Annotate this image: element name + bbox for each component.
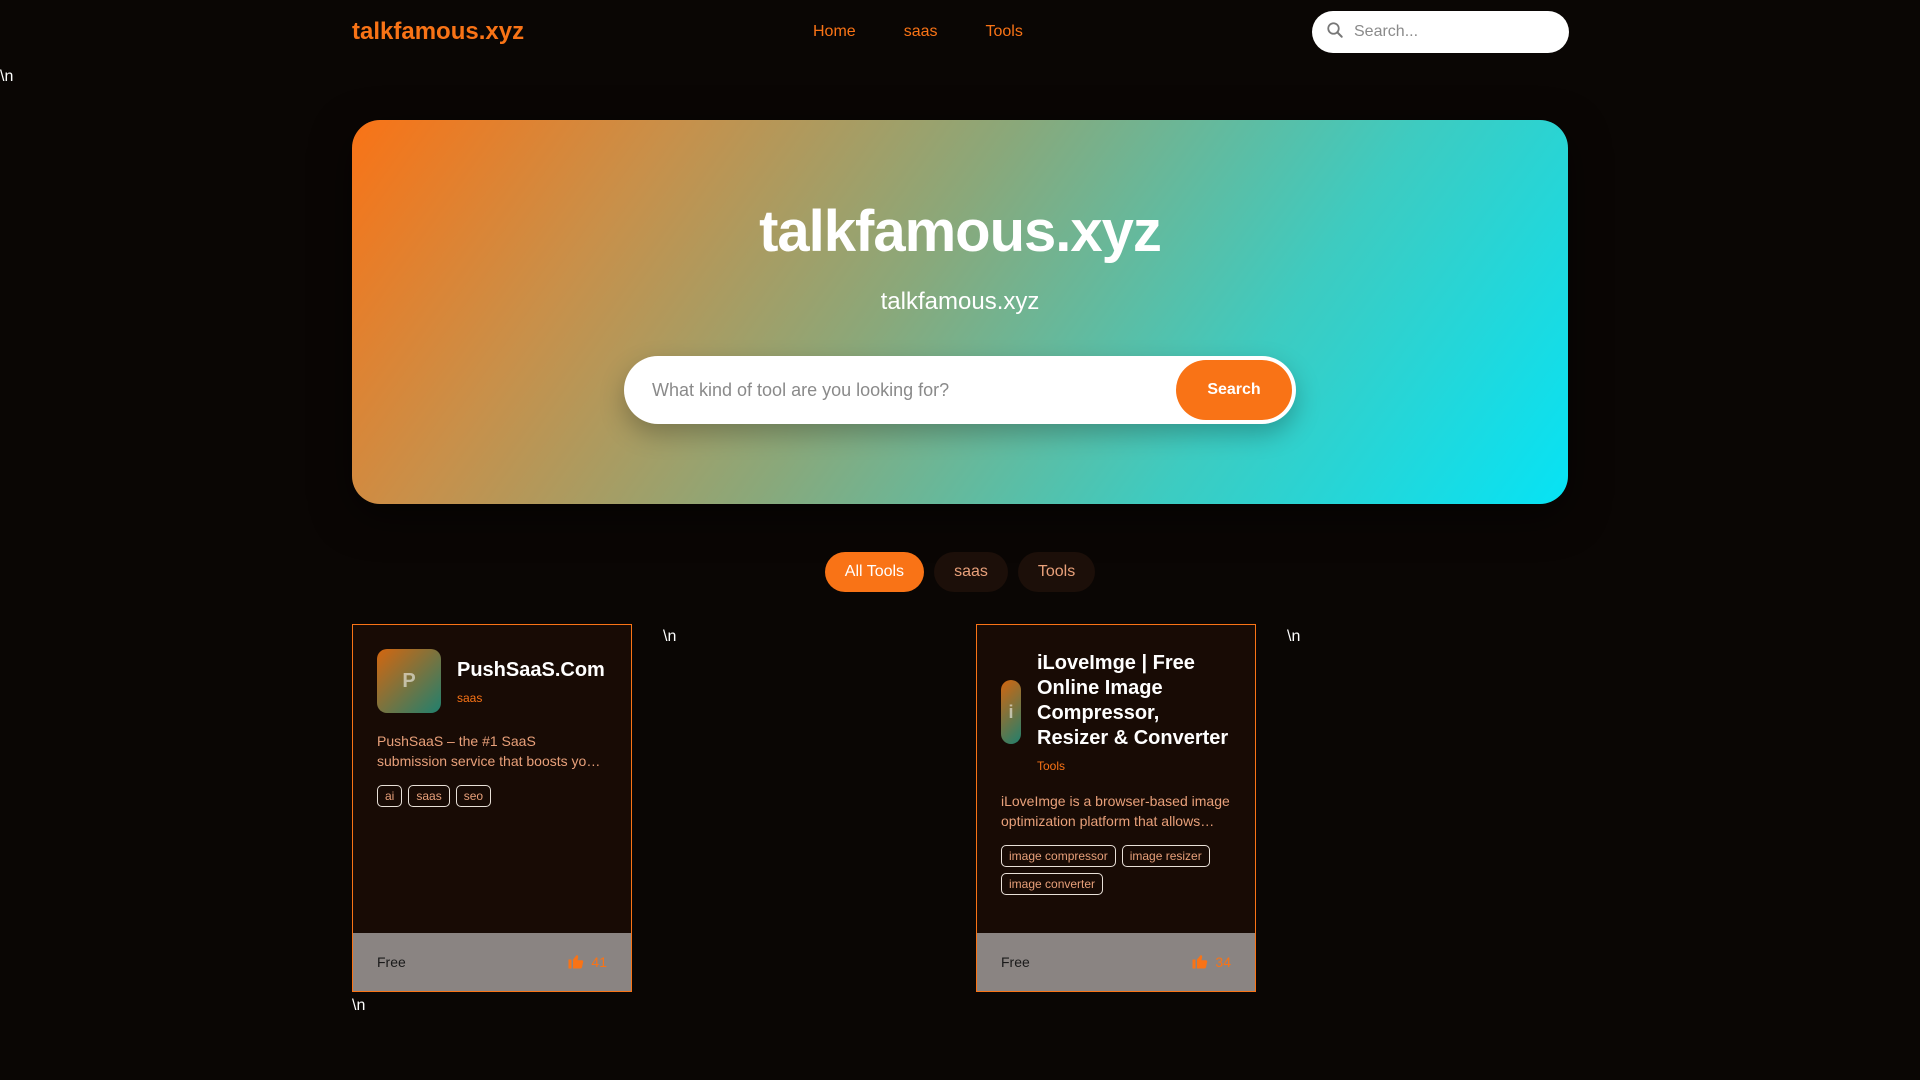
hero-banner: talkfamous.xyz talkfamous.xyz Search xyxy=(352,120,1568,504)
hero-search-button[interactable]: Search xyxy=(1176,360,1292,420)
tag[interactable]: image converter xyxy=(1001,873,1104,895)
tool-category[interactable]: saas xyxy=(457,691,605,705)
hero-title: talkfamous.xyz xyxy=(759,199,1162,264)
hero-search-input[interactable] xyxy=(652,376,1152,404)
tool-card[interactable]: P PushSaaS.Com saas PushSaaS – the #1 Sa… xyxy=(352,624,632,992)
stray-text: \n xyxy=(352,997,366,1014)
filter-tools[interactable]: Tools xyxy=(1017,552,1096,592)
header-search-input[interactable] xyxy=(1354,23,1554,41)
like-button[interactable]: 34 xyxy=(1191,952,1231,973)
like-count: 34 xyxy=(1215,954,1231,970)
filter-saas[interactable]: saas xyxy=(934,552,1008,592)
thumbs-up-icon xyxy=(1191,952,1209,973)
card-footer: Free 34 xyxy=(977,933,1255,991)
site-logo[interactable]: talkfamous.xyz xyxy=(352,18,524,46)
tag[interactable]: image resizer xyxy=(1121,845,1210,867)
main-nav: Home saas Tools xyxy=(813,23,1023,41)
thumbs-up-icon xyxy=(567,952,585,973)
like-button[interactable]: 41 xyxy=(567,952,607,973)
like-count: 41 xyxy=(591,954,607,970)
tool-title[interactable]: PushSaaS.Com xyxy=(457,658,605,683)
card-header: i iLoveImge | Free Online Image Compress… xyxy=(1001,651,1235,773)
stray-text: \n xyxy=(0,68,14,85)
tag[interactable]: ai xyxy=(377,785,403,807)
tool-tags: ai saas seo xyxy=(377,785,607,807)
tag[interactable]: image compressor xyxy=(1001,845,1116,867)
nav-home[interactable]: Home xyxy=(813,23,856,41)
tool-avatar: i xyxy=(1001,680,1021,744)
stray-text: \n xyxy=(1287,628,1301,645)
card-footer: Free 41 xyxy=(353,933,631,991)
tag[interactable]: saas xyxy=(408,785,450,807)
price-label: Free xyxy=(377,954,406,970)
nav-tools[interactable]: Tools xyxy=(985,23,1022,41)
price-label: Free xyxy=(1001,954,1030,970)
stray-text: \n xyxy=(663,628,677,645)
filter-all-tools[interactable]: All Tools xyxy=(824,552,925,592)
tool-avatar: P xyxy=(377,649,441,713)
hero-search-bar: Search xyxy=(624,356,1296,424)
tool-title[interactable]: iLoveImge | Free Online Image Compressor… xyxy=(1037,651,1235,751)
tool-description: iLoveImge is a browser-based image optim… xyxy=(1001,793,1230,829)
nav-saas[interactable]: saas xyxy=(904,23,938,41)
tool-category[interactable]: Tools xyxy=(1037,759,1235,773)
tool-tags: image compressor image resizer image con… xyxy=(1001,845,1231,895)
header-search xyxy=(1312,11,1569,53)
category-filter: All Tools saas Tools xyxy=(0,552,1920,592)
card-header: P PushSaaS.Com saas xyxy=(377,649,611,713)
top-navbar: talkfamous.xyz Home saas Tools xyxy=(0,0,1920,64)
tool-card[interactable]: i iLoveImge | Free Online Image Compress… xyxy=(976,624,1256,992)
search-icon xyxy=(1326,21,1344,44)
tool-description: PushSaaS – the #1 SaaS submission servic… xyxy=(377,733,601,769)
hero-subtitle: talkfamous.xyz xyxy=(880,288,1040,315)
tag[interactable]: seo xyxy=(455,785,492,807)
